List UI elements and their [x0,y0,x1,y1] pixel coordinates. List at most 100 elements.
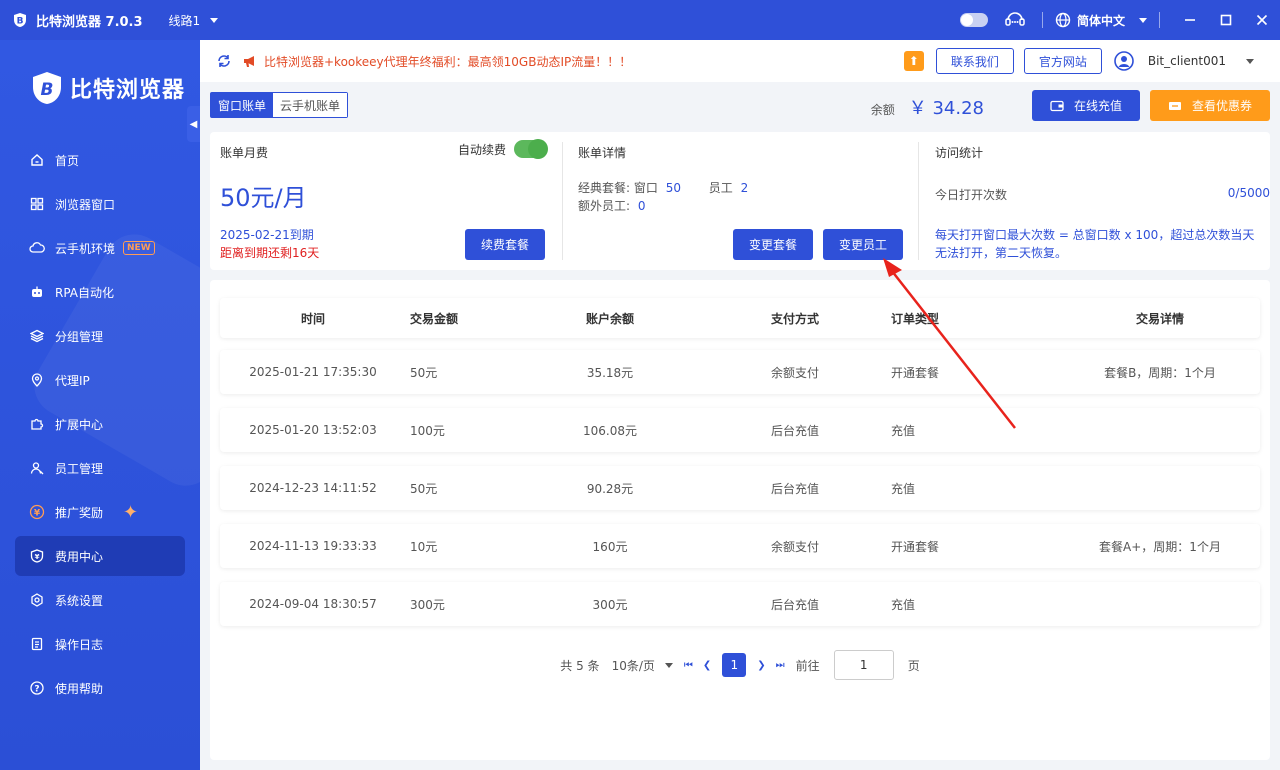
auto-renew-label: 自动续费 [457,142,506,157]
cell-payment: 余额支付 [770,539,819,554]
cell-time: 2024-09-04 18:30:57 [249,597,377,611]
bill-details-section: 账单详情 经典套餐: 窗口 50 员工 2 额外员工: 0 变更套餐 变更员工 [562,142,918,260]
sidebar-item-label: 云手机环境 [55,241,116,256]
sidebar-item-browser-windows[interactable]: 浏览器窗口 [15,184,185,224]
change-staff-button[interactable]: 变更员工 [823,229,903,260]
page-unit-label: 页 [907,658,920,673]
cloud-icon [29,240,45,256]
sidebar-item-help[interactable]: ? 使用帮助 [15,668,185,708]
sparkle-icon: ✦ [123,501,139,523]
cell-payment: 余额支付 [770,365,819,380]
page-size-select[interactable]: 10条/页 [612,657,673,674]
maximize-button[interactable] [1208,14,1244,26]
table-row: 2025-01-20 13:52:03 100元 106.08元 后台充值 充值 [220,408,1260,452]
cell-details: 套餐B，周期：1个月 [1104,365,1216,380]
expire-date: 2025-02-21到期 [220,228,314,242]
sidebar-item-extensions[interactable]: 扩展中心 [15,404,185,444]
sidebar-item-label: 员工管理 [55,461,104,476]
header-details: 交易详情 [1135,311,1184,326]
avatar-icon [1114,51,1134,71]
header-time: 时间 [300,311,325,326]
close-button[interactable] [1244,14,1280,26]
megaphone-icon [244,56,254,67]
sidebar-item-referral[interactable]: ¥ 推广奖励 ✦ [15,492,185,532]
promo-notice[interactable]: 比特浏览器+kookeey代理年终福利：最高领10GB动态IP流量！！！ [242,53,631,70]
cell-details: 套餐A+，周期：1个月 [1099,539,1221,554]
cell-time: 2024-12-23 14:11:52 [249,481,377,495]
extra-staff-label: 额外员工: [578,199,631,213]
sidebar-item-logs[interactable]: 操作日志 [15,624,185,664]
cell-amount: 300元 [410,597,445,612]
title-bar: B 比特浏览器 7.0.3 线路1 简体中文 [0,0,1280,40]
users-icon [29,460,45,476]
plan-detail: 经典套餐: 窗口 50 员工 2 [578,179,748,196]
sidebar-item-rpa[interactable]: RPA自动化 [15,272,185,312]
cell-payment: 后台充值 [770,423,819,438]
app-title: 比特浏览器 7.0.3 [36,14,143,30]
sidebar-item-billing[interactable]: ¥ 费用中心 [15,536,185,576]
minimize-icon [1185,19,1195,21]
minimize-button[interactable] [1172,14,1208,26]
arrow-up-icon: ⬆ [908,54,919,68]
cell-time: 2025-01-21 17:35:30 [249,365,377,379]
sidebar-item-label: 操作日志 [55,637,104,652]
cell-order-type: 充值 [891,597,916,612]
svg-text:B: B [17,17,24,27]
days-remaining: 距离到期还剩16天 [220,246,320,260]
sidebar-item-label: 代理IP [55,373,90,388]
cell-amount: 10元 [410,539,438,554]
official-site-button[interactable]: 官方网站 [1023,48,1102,74]
last-page-button[interactable]: ⏭ [776,660,785,671]
auto-renew-switch[interactable] [514,139,548,159]
sidebar-item-groups[interactable]: 分组管理 [15,316,185,356]
auto-renew: 自动续费 [457,139,548,159]
user-menu[interactable]: Bit_client001 [1114,51,1254,71]
table-header: 时间 交易金额 账户余额 支付方式 订单类型 交易详情 [220,298,1260,338]
refresh-icon[interactable] [216,53,232,69]
first-page-button[interactable]: ⏮ [684,660,693,671]
cell-amount: 100元 [410,423,445,438]
change-plan-button[interactable]: 变更套餐 [733,229,813,260]
tab-cloud-phone-bill[interactable]: 云手机账单 [273,93,348,117]
sidebar-collapse-button[interactable]: ◀ [187,106,200,142]
next-page-button[interactable]: ❯ [757,660,765,671]
language-label: 简体中文 [1076,13,1125,28]
table-row: 2024-12-23 14:11:52 50元 90.28元 后台充值 充值 [220,466,1260,510]
current-page[interactable]: 1 [722,653,747,677]
divider [1159,12,1160,28]
language-selector[interactable]: 简体中文 [1055,12,1147,29]
sidebar-item-settings[interactable]: 系统设置 [15,580,185,620]
total-count: 共 5 条 [560,658,600,673]
goto-page-input[interactable]: 1 [833,650,894,680]
view-coupons-button[interactable]: 查看优惠券 [1150,90,1270,121]
goto-label: 前往 [795,658,820,673]
sidebar-item-proxy[interactable]: 代理IP [15,360,185,400]
renew-plan-button[interactable]: 续费套餐 [465,229,545,260]
home-icon [29,152,45,168]
extra-staff-count: 0 [637,199,646,213]
bill-details-title: 账单详情 [578,146,627,160]
theme-toggle[interactable] [959,13,988,27]
tab-window-bill[interactable]: 窗口账单 [211,93,274,117]
puzzle-icon [29,416,45,432]
support-chat-icon[interactable] [1004,11,1026,29]
transactions-table: 时间 交易金额 账户余额 支付方式 订单类型 交易详情 2025-01-21 1… [210,280,1270,760]
prev-page-button[interactable]: ❮ [703,660,711,671]
line-selector[interactable]: 线路1 [169,12,219,29]
svg-text:¥: ¥ [35,553,40,561]
upgrade-button[interactable]: ⬆ [903,51,924,71]
header-order-type: 订单类型 [891,311,940,326]
location-icon [29,372,45,388]
log-icon [29,636,45,652]
contact-us-button[interactable]: 联系我们 [935,48,1014,74]
sidebar-item-label: RPA自动化 [55,285,115,300]
sidebar-item-label: 分组管理 [55,329,104,344]
header-payment: 支付方式 [770,311,819,326]
sidebar-item-home[interactable]: 首页 [15,140,185,180]
recharge-button[interactable]: 在线充值 [1032,90,1140,121]
sidebar-item-staff[interactable]: 员工管理 [15,448,185,488]
staff-label: 员工 [708,181,733,195]
staff-count: 2 [740,181,749,195]
sidebar: B 比特浏览器 首页 浏览器窗口 云手机环境 NEW RPA自动化 分组管理 代… [0,40,200,770]
sidebar-item-cloud-phone[interactable]: 云手机环境 NEW [15,228,185,268]
